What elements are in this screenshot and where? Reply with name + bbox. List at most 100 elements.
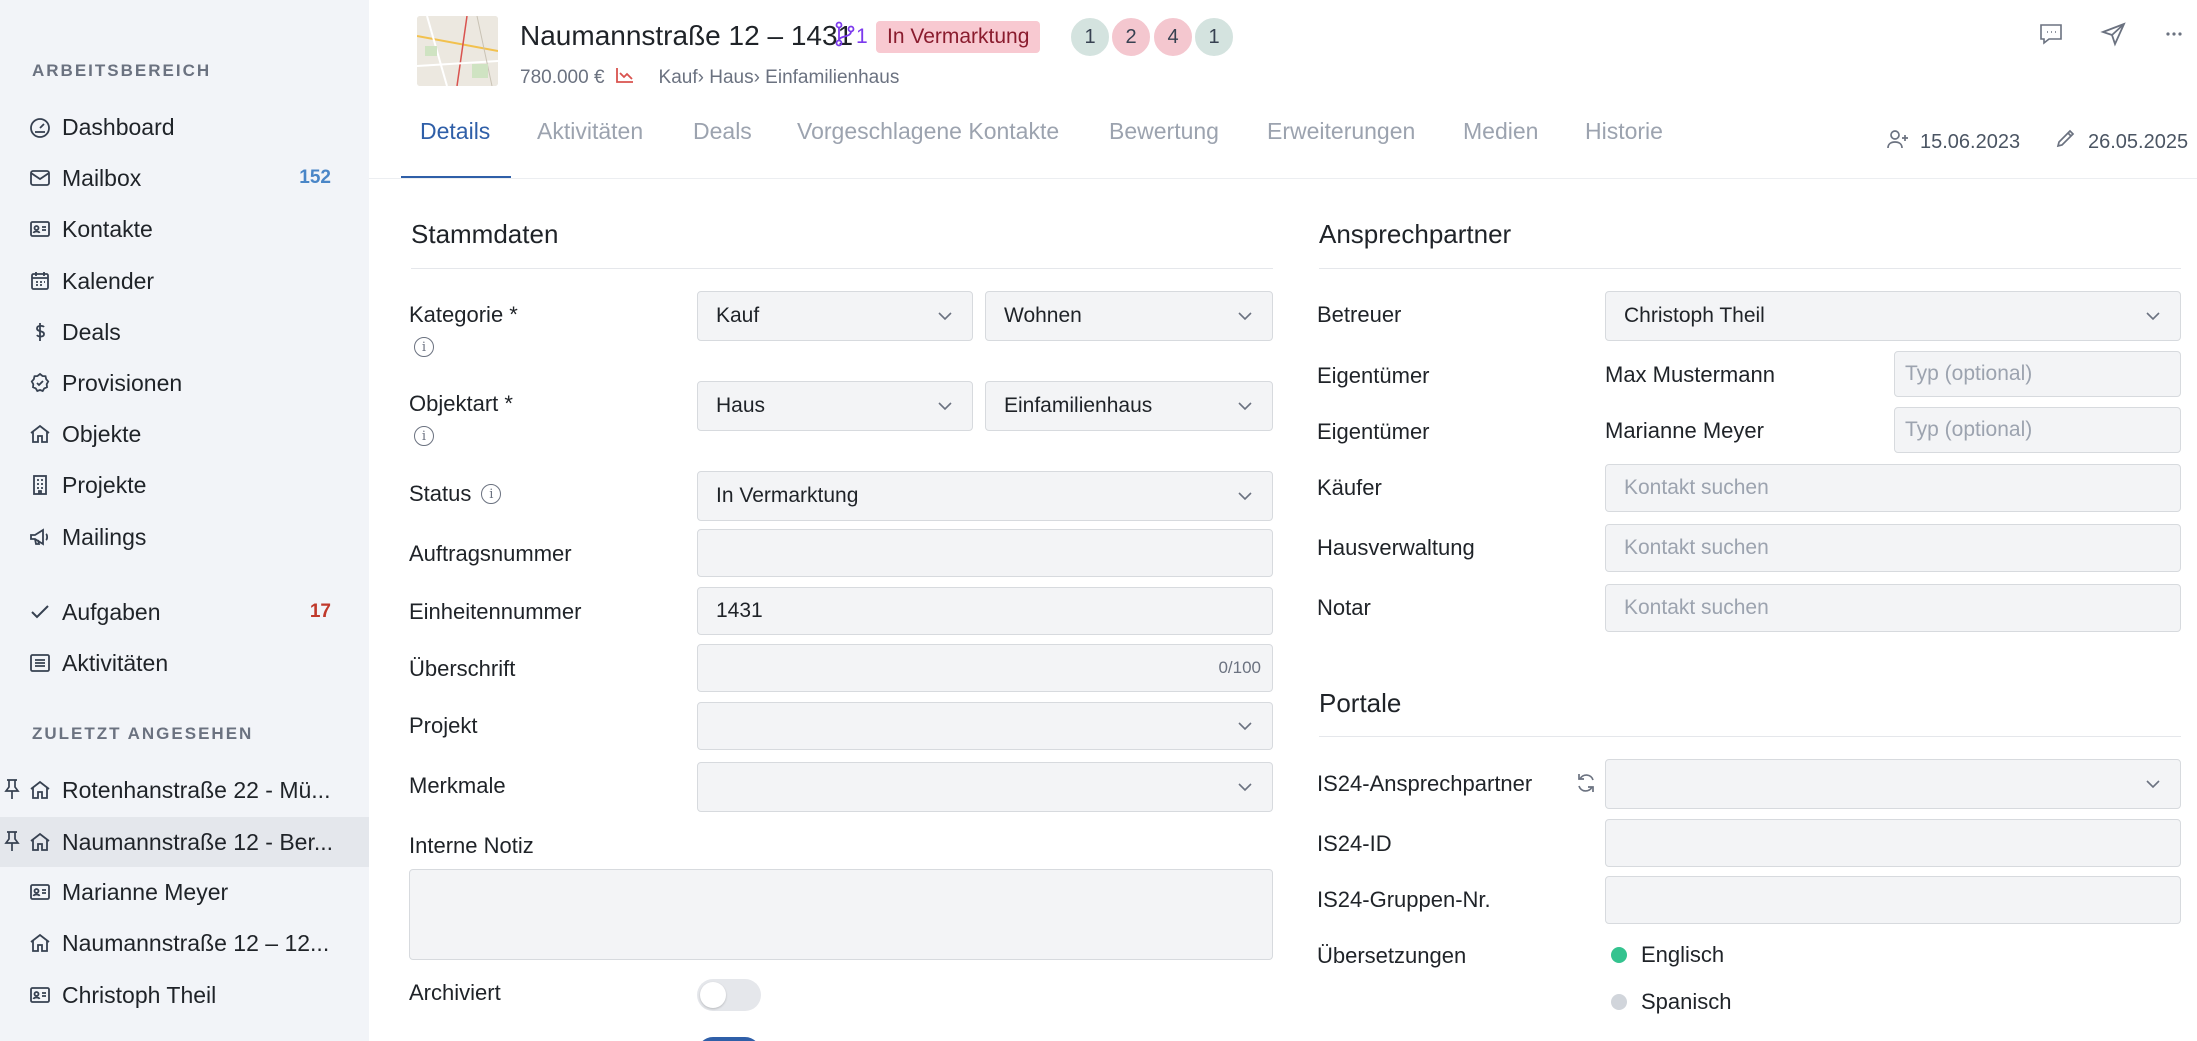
objektart-select-2[interactable]: Einfamilienhaus (985, 381, 1273, 431)
recent-item-naumannstrasse-active[interactable]: Naumannstraße 12 - Ber... (0, 817, 369, 867)
sidebar-item-label: Kalender (62, 267, 155, 294)
recent-item-label: Christoph Theil (62, 981, 217, 1008)
recent-item-rotenhanstrasse[interactable]: Rotenhanstraße 22 - Mü... (0, 766, 369, 814)
is24-ansprechpartner-select[interactable] (1605, 759, 2181, 809)
page-title: Naumannstraße 12 – 1431 (520, 20, 854, 51)
comment-icon[interactable] (2037, 20, 2067, 50)
property-map-thumbnail[interactable] (417, 16, 498, 86)
counter-badge-2[interactable]: 2 (1110, 16, 1152, 58)
tab-historie[interactable]: Historie (1585, 118, 1663, 180)
kaeufer-search-input[interactable]: Kontakt suchen (1605, 464, 2181, 512)
tab-erweiterungen[interactable]: Erweiterungen (1267, 118, 1415, 180)
sidebar-item-deals[interactable]: Deals (0, 308, 369, 356)
is24-gruppen-input[interactable] (1605, 876, 2181, 924)
sidebar-item-mailbox[interactable]: Mailbox 152 (0, 154, 369, 202)
pin-icon[interactable] (2, 778, 24, 802)
tab-aktivitaeten[interactable]: Aktivitäten (537, 118, 643, 180)
objektart-select-1[interactable]: Haus (697, 381, 973, 431)
sidebar-item-mailings[interactable]: Mailings (0, 513, 369, 561)
objektart-select-1-value: Haus (716, 394, 766, 417)
objektart-select-2-value: Einfamilienhaus (1004, 394, 1153, 417)
merkmale-label: Merkmale (409, 773, 506, 798)
contact-card-icon (27, 879, 53, 905)
check-icon (27, 599, 53, 625)
betreuer-label: Betreuer (1317, 302, 1402, 327)
ansprechpartner-heading: Ansprechpartner (1319, 219, 1512, 249)
tab-medien[interactable]: Medien (1463, 118, 1538, 180)
send-icon[interactable] (2100, 20, 2130, 50)
hausverwaltung-search-input[interactable]: Kontakt suchen (1605, 524, 2181, 572)
tab-details[interactable]: Details (420, 118, 490, 180)
sidebar-item-label: Mailbox (62, 164, 142, 191)
counter-badge-1[interactable]: 1 (1069, 16, 1111, 58)
tabs-divider (369, 178, 2197, 179)
tab-vorgeschlagene-kontakte[interactable]: Vorgeschlagene Kontakte (797, 118, 1059, 180)
kategorie-select-1[interactable]: Kauf (697, 291, 973, 341)
more-options-icon[interactable] (2160, 20, 2190, 50)
ueberschrift-label: Überschrift (409, 656, 516, 681)
objektart-info-icon[interactable]: i (414, 426, 434, 446)
status-dot-active (1611, 947, 1627, 963)
language-spanisch[interactable]: Spanisch (1611, 989, 1732, 1015)
eigentuemer-typ-input-1[interactable]: Typ (optional) (1894, 351, 2181, 397)
sidebar-item-aufgaben[interactable]: Aufgaben 17 (0, 588, 369, 636)
kategorie-select-2[interactable]: Wohnen (985, 291, 1273, 341)
archiviert-toggle[interactable] (697, 979, 761, 1011)
created-date: 15.06.2023 (1920, 130, 2021, 153)
eigentuemer-typ-input-2[interactable]: Typ (optional) (1894, 407, 2181, 453)
recent-item-christoph-theil[interactable]: Christoph Theil (0, 971, 369, 1019)
branch-count: 1 (856, 25, 868, 48)
status-label: Status i (409, 481, 502, 507)
recent-item-naumannstrasse-2[interactable]: Naumannstraße 12 – 12... (0, 919, 369, 967)
status-select[interactable]: In Vermarktung (697, 471, 1273, 521)
refresh-icon[interactable] (1574, 771, 1598, 795)
projekt-select[interactable] (697, 702, 1273, 750)
house-icon (27, 421, 53, 447)
edited-meta: 26.05.2025 (2054, 128, 2188, 156)
eigentuemer-name-1[interactable]: Max Mustermann (1605, 362, 1775, 388)
chevron-down-icon (2144, 775, 2162, 793)
sidebar-item-aktivitaeten[interactable]: Aktivitäten (0, 639, 369, 687)
merkmale-select[interactable] (697, 762, 1273, 812)
recent-item-marianne-meyer[interactable]: Marianne Meyer (0, 868, 369, 916)
sidebar-item-projekte[interactable]: Projekte (0, 461, 369, 509)
counter-badge-4[interactable]: 1 (1193, 16, 1235, 58)
next-toggle[interactable] (697, 1037, 761, 1041)
house-icon (27, 777, 53, 803)
sidebar-item-kontakte[interactable]: Kontakte (0, 205, 369, 253)
chevron-down-icon (2144, 307, 2162, 325)
recent-item-label: Naumannstraße 12 - Ber... (62, 828, 334, 855)
sidebar-item-dashboard[interactable]: Dashboard (0, 103, 369, 151)
einheitennummer-label: Einheitennummer (409, 599, 582, 624)
recent-item-label: Marianne Meyer (62, 878, 229, 905)
workspace-section-label: ARBEITSBEREICH (32, 61, 212, 80)
sidebar-item-provisionen[interactable]: Provisionen (0, 359, 369, 407)
eigentuemer-label-1: Eigentümer (1317, 363, 1430, 388)
notar-search-input[interactable]: Kontakt suchen (1605, 584, 2181, 632)
sidebar-item-label: Dashboard (62, 113, 175, 140)
auftragsnummer-input[interactable] (697, 529, 1273, 577)
einheitennummer-input[interactable]: 1431 (697, 587, 1273, 635)
language-label: Spanisch (1641, 989, 1732, 1014)
portale-divider (1319, 736, 2181, 737)
kategorie-info-icon[interactable]: i (414, 337, 434, 357)
is24-id-input[interactable] (1605, 819, 2181, 867)
eigentuemer-name-2[interactable]: Marianne Meyer (1605, 418, 1764, 444)
pin-icon[interactable] (2, 830, 24, 854)
tab-deals[interactable]: Deals (693, 118, 752, 180)
branch-indicator[interactable]: 1 (834, 21, 868, 53)
status-info-icon[interactable]: i (481, 484, 502, 504)
interne-notiz-textarea[interactable] (409, 869, 1273, 960)
uebersetzungen-label: Übersetzungen (1317, 943, 1467, 968)
tab-bewertung[interactable]: Bewertung (1109, 118, 1219, 180)
portale-heading: Portale (1319, 688, 1402, 718)
sidebar-item-objekte[interactable]: Objekte (0, 410, 369, 458)
ueberschrift-input[interactable]: 0/100 (697, 644, 1273, 692)
archiviert-label: Archiviert (409, 980, 501, 1005)
breadcrumb: Kauf› Haus› Einfamilienhaus (658, 67, 900, 88)
betreuer-select[interactable]: Christoph Theil (1605, 291, 2181, 341)
language-englisch[interactable]: Englisch (1611, 942, 1724, 968)
kategorie-label: Kategorie * (409, 302, 518, 327)
sidebar-item-kalender[interactable]: Kalender (0, 257, 369, 305)
counter-badge-3[interactable]: 4 (1152, 16, 1194, 58)
